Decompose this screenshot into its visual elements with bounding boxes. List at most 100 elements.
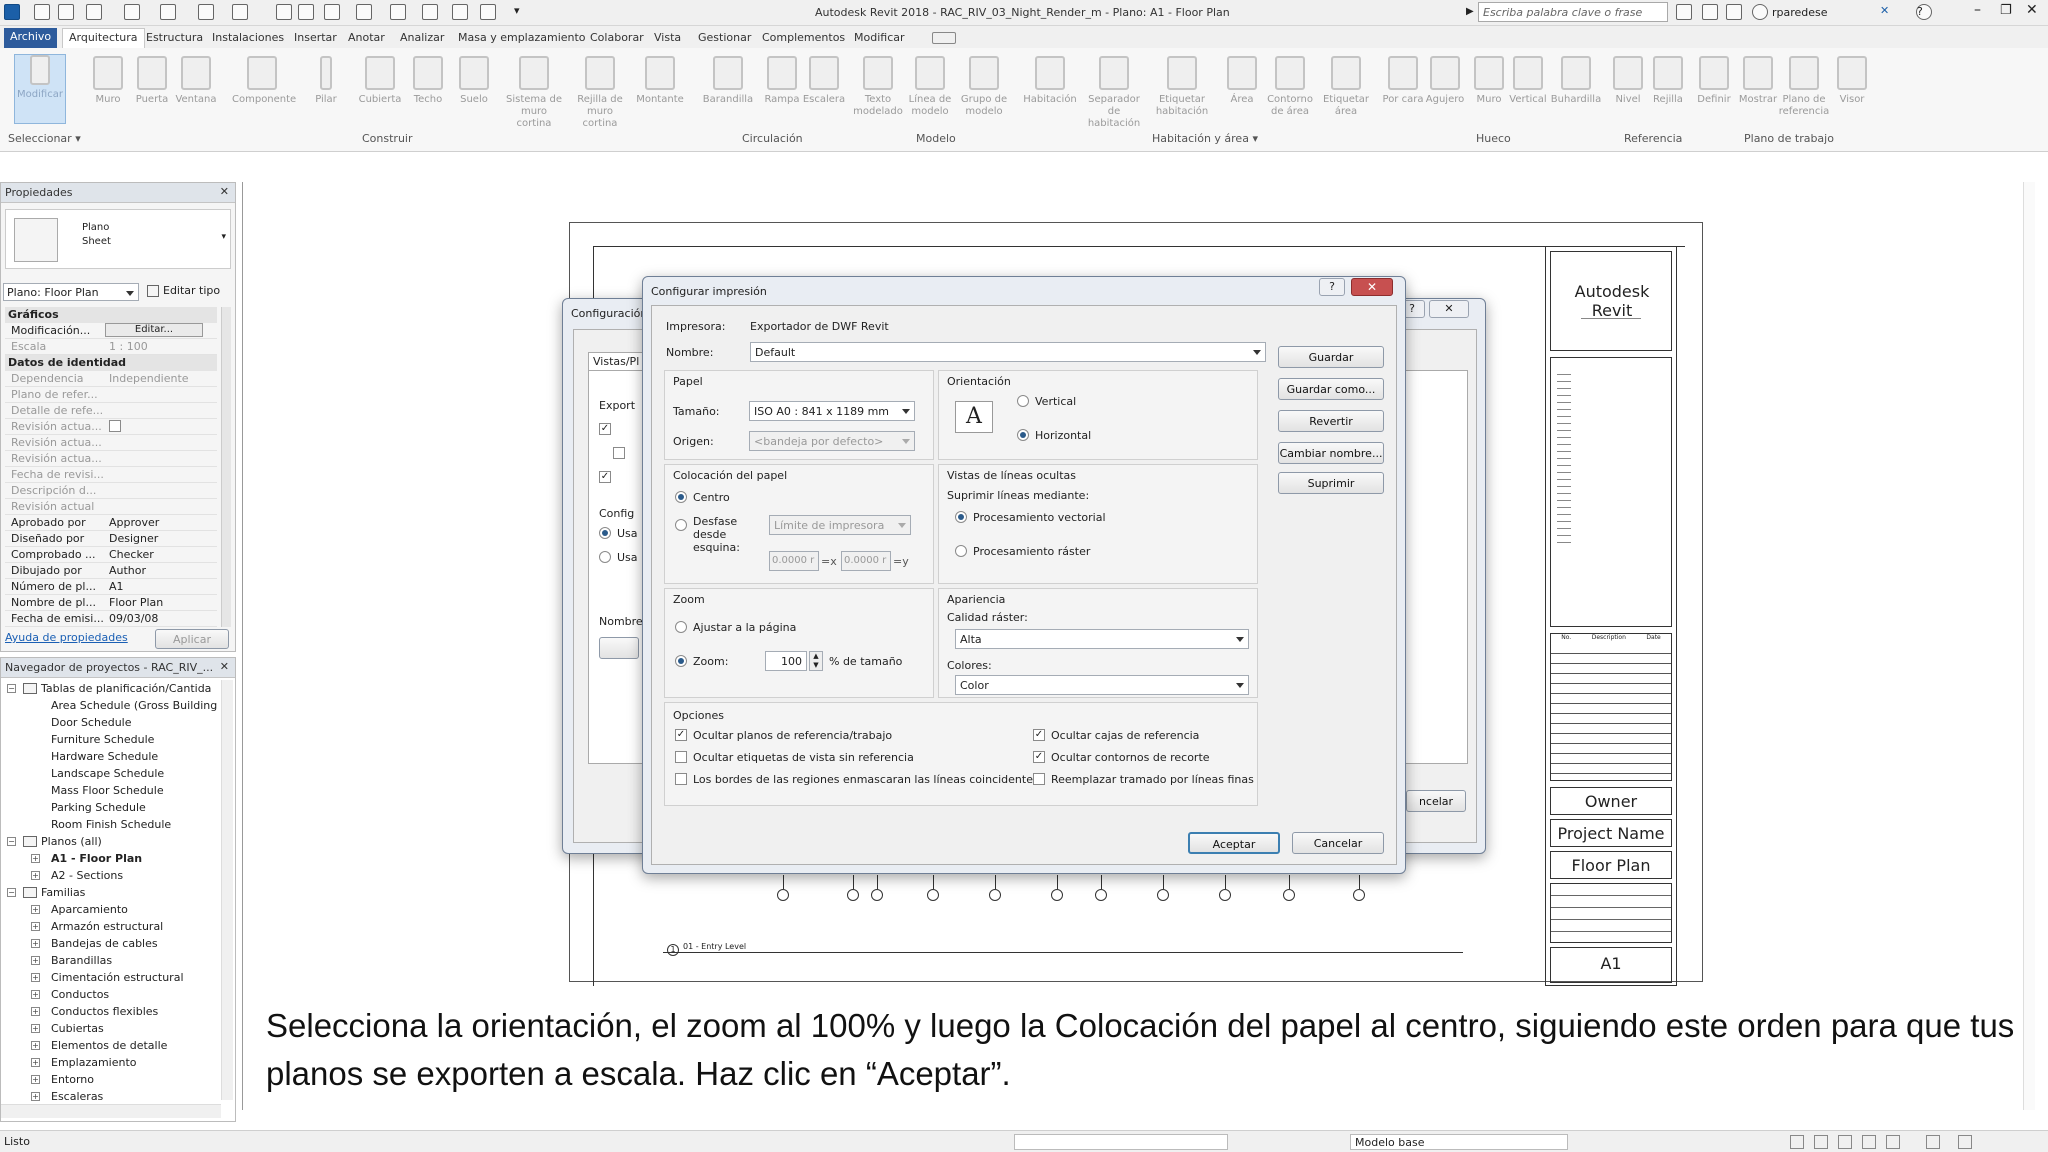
vector-processing-radio[interactable]	[955, 511, 967, 523]
stair-button[interactable]: Escalera	[796, 56, 852, 106]
text-icon[interactable]	[324, 4, 340, 20]
offset-origin-select[interactable]: Límite de impresora	[769, 515, 911, 535]
area-boundary-button[interactable]: Contorno de área	[1262, 56, 1318, 118]
expand-icon[interactable]: +	[31, 990, 40, 999]
paper-size-select[interactable]: ISO A0 : 841 x 1189 mm	[749, 401, 915, 421]
railing-button[interactable]: Barandilla	[700, 56, 756, 106]
dimension-icon[interactable]	[276, 4, 292, 20]
group-select[interactable]: Seleccionar ▾	[8, 132, 81, 145]
expand-icon[interactable]: +	[31, 871, 40, 880]
prop-value[interactable]: Author	[109, 564, 146, 577]
delete-button[interactable]: Suprimir	[1278, 472, 1384, 494]
zoom-radio[interactable]	[675, 655, 687, 667]
select-links-icon[interactable]	[1790, 1135, 1804, 1149]
floor-button[interactable]: Suelo	[446, 56, 502, 106]
browser-scrollbar[interactable]	[221, 680, 233, 1100]
browser-node[interactable]: − Planos (all)	[7, 835, 102, 848]
set-button[interactable]: Definir	[1690, 56, 1738, 106]
restore-icon[interactable]: ❐	[2000, 3, 2012, 18]
collapse-icon[interactable]: −	[7, 837, 16, 846]
config-radio-1[interactable]	[599, 527, 611, 539]
option-checkbox-region-edges[interactable]	[675, 773, 687, 785]
prop-value[interactable]: Checker	[109, 548, 154, 561]
prop-value[interactable]: Approver	[109, 516, 159, 529]
option-checkbox-hide-ref-planes[interactable]: ✓	[675, 729, 687, 741]
option-checkbox-hide-unref-tags[interactable]	[675, 751, 687, 763]
component-button[interactable]: Componente	[232, 56, 296, 106]
expand-icon[interactable]: +	[31, 973, 40, 982]
tab-views-sheets[interactable]: Vistas/Pl	[588, 352, 645, 370]
by-face-button[interactable]: Por cara	[1378, 56, 1428, 106]
model-text-button[interactable]: Texto modelado	[850, 56, 906, 118]
browser-node[interactable]: + A1 - Floor Plan	[31, 852, 142, 865]
back-dialog-button[interactable]	[599, 637, 639, 659]
browser-node[interactable]: + Barandillas	[31, 954, 112, 967]
tab-structure[interactable]: Estructura	[146, 31, 203, 44]
section-graphics[interactable]: Gráficos	[5, 307, 217, 323]
expand-icon[interactable]: +	[31, 1024, 40, 1033]
cancel-button-back[interactable]: ncelar	[1406, 790, 1466, 812]
expand-icon[interactable]: +	[31, 1058, 40, 1067]
filter-icon[interactable]	[1958, 1135, 1972, 1149]
select-pinned-icon[interactable]	[1838, 1135, 1852, 1149]
drag-elements-icon[interactable]	[1886, 1135, 1900, 1149]
save-as-button[interactable]: Guardar como...	[1278, 378, 1384, 400]
tab-manage[interactable]: Gestionar	[698, 31, 751, 44]
fit-to-page-radio[interactable]	[675, 621, 687, 633]
option-checkbox-replace-halftone[interactable]	[1033, 773, 1045, 785]
save-icon[interactable]	[58, 4, 74, 20]
show-button[interactable]: Mostrar	[1734, 56, 1782, 106]
browser-node[interactable]: Furniture Schedule	[51, 733, 154, 746]
orientation-vertical-radio[interactable]	[1017, 395, 1029, 407]
viewer-button[interactable]: Visor	[1828, 56, 1876, 106]
cancel-button[interactable]: Cancelar	[1292, 832, 1384, 854]
tab-collaborate[interactable]: Colaborar	[590, 31, 644, 44]
redo-icon[interactable]	[160, 4, 176, 20]
open-icon[interactable]	[34, 4, 50, 20]
background-processes-icon[interactable]	[1926, 1135, 1940, 1149]
help-icon[interactable]: ?	[1319, 278, 1345, 296]
browser-node[interactable]: + Conductos	[31, 988, 109, 1001]
properties-help-link[interactable]: Ayuda de propiedades	[5, 631, 128, 644]
tab-addins[interactable]: Complementos	[762, 31, 845, 44]
select-underlay-icon[interactable]	[1814, 1135, 1828, 1149]
browser-node[interactable]: Hardware Schedule	[51, 750, 158, 763]
3d-view-icon[interactable]	[356, 4, 372, 20]
search-expand-icon[interactable]: ▶	[1466, 6, 1474, 17]
user-icon[interactable]	[1752, 4, 1768, 20]
instance-filter-select[interactable]: Plano: Floor Plan	[3, 283, 139, 301]
curtain-grid-button[interactable]: Rejilla de muro cortina	[570, 56, 630, 130]
export-checkbox-3[interactable]: ✓	[599, 471, 611, 483]
workset-select[interactable]	[1014, 1134, 1228, 1150]
prop-value[interactable]: A1	[109, 580, 124, 593]
revert-button[interactable]: Revertir	[1278, 410, 1384, 432]
zoom-spinner[interactable]: ▲ ▼	[809, 651, 823, 671]
exchange-icon[interactable]: ✕	[1880, 4, 1896, 20]
browser-node[interactable]: − Tablas de planificación/Cantida	[7, 682, 211, 695]
prop-value[interactable]: Designer	[109, 532, 158, 545]
browser-node[interactable]: Door Schedule	[51, 716, 132, 729]
zoom-input[interactable]: 100	[765, 651, 807, 671]
modify-button[interactable]: Modificar	[14, 54, 66, 124]
export-checkbox-2[interactable]	[613, 447, 625, 459]
thin-lines-icon[interactable]	[422, 4, 438, 20]
browser-node[interactable]: + Cimentación estructural	[31, 971, 184, 984]
browser-node[interactable]: + Escaleras	[31, 1090, 103, 1103]
browser-hscrollbar[interactable]	[1, 1104, 221, 1118]
placement-center-radio[interactable]	[675, 491, 687, 503]
export-checkbox-1[interactable]: ✓	[599, 423, 611, 435]
save-button[interactable]: Guardar	[1278, 346, 1384, 368]
expand-icon[interactable]: +	[31, 1075, 40, 1084]
measure-icon[interactable]	[232, 4, 248, 20]
tab-systems[interactable]: Instalaciones	[212, 31, 284, 44]
revit-logo-icon[interactable]	[4, 4, 20, 20]
shaft-button[interactable]: Agujero	[1422, 56, 1468, 106]
expand-icon[interactable]: +	[31, 854, 40, 863]
expand-icon[interactable]: +	[31, 956, 40, 965]
close-icon[interactable]: ✕	[220, 660, 229, 673]
browser-node[interactable]: + Bandejas de cables	[31, 937, 158, 950]
browser-node[interactable]: + Conductos flexibles	[31, 1005, 158, 1018]
browser-node[interactable]: − Familias	[7, 886, 85, 899]
raster-processing-radio[interactable]	[955, 545, 967, 557]
browser-node[interactable]: + A2 - Sections	[31, 869, 123, 882]
